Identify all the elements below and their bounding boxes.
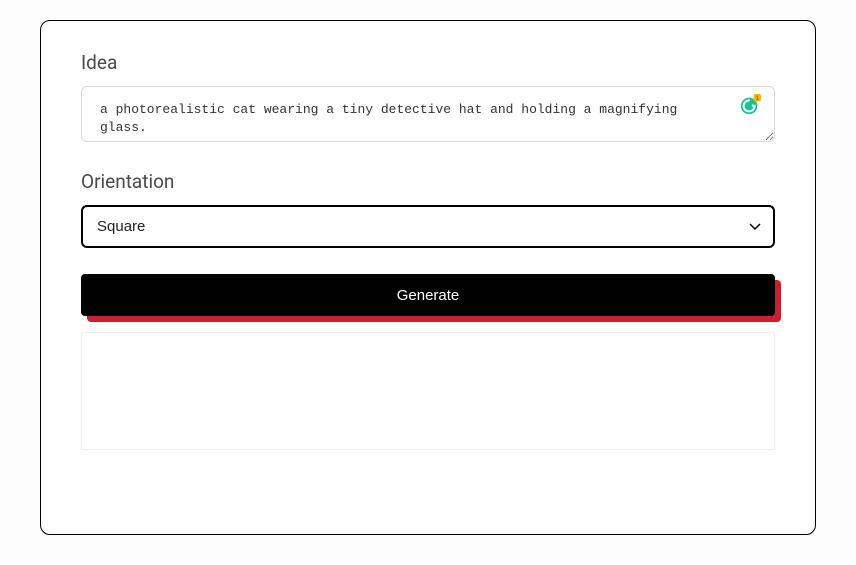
form-card: Idea 1 Orientation Square Generate [40, 20, 816, 535]
idea-label: Idea [81, 51, 775, 74]
idea-input[interactable] [81, 86, 775, 142]
generate-button-wrap: Generate [81, 274, 775, 322]
idea-textarea-wrap: 1 [81, 86, 775, 146]
generate-button[interactable]: Generate [81, 274, 775, 316]
output-area [81, 332, 775, 450]
orientation-label: Orientation [81, 170, 775, 193]
orientation-select[interactable]: Square [81, 205, 775, 248]
